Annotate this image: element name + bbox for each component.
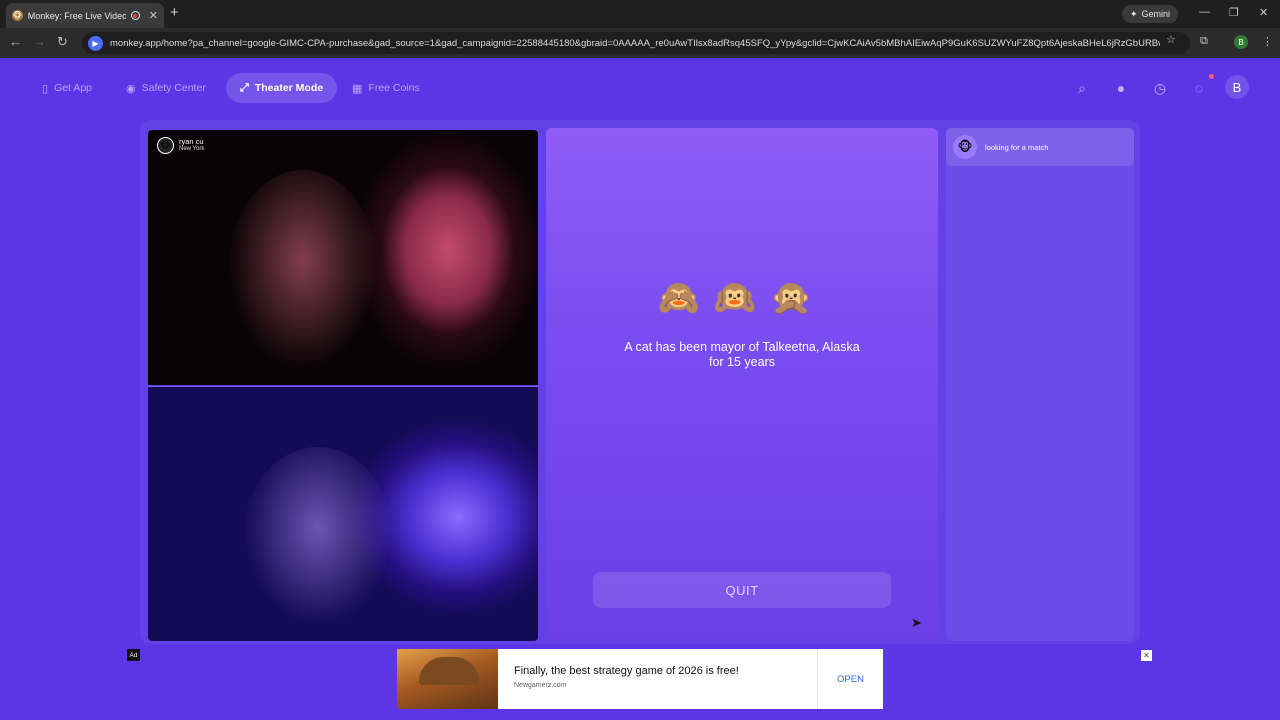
sparkle-icon: ✦ bbox=[1130, 8, 1138, 19]
local-face bbox=[243, 447, 393, 627]
mouse-cursor-icon: ➤ bbox=[911, 615, 922, 630]
ad-close-icon[interactable]: ✕ bbox=[1141, 650, 1152, 661]
ad-banner[interactable]: Finally, the best strategy game of 2026 … bbox=[397, 649, 883, 709]
chat-panel: 🐵 looking for a match bbox=[946, 128, 1134, 641]
gemini-label: Gemini bbox=[1141, 9, 1171, 19]
forward-icon[interactable]: → bbox=[33, 34, 46, 50]
remote-video bbox=[148, 130, 538, 385]
tab-title: Monkey: Free Live Video Ch bbox=[27, 10, 126, 21]
nav-theater-mode[interactable]: ⤢ Theater Mode bbox=[226, 73, 338, 103]
ad-title[interactable]: Finally, the best strategy game of 2026 … bbox=[514, 665, 817, 677]
close-window-icon[interactable]: ✕ bbox=[1259, 6, 1268, 19]
new-tab-button[interactable]: + bbox=[170, 5, 179, 21]
search-icon[interactable]: ⌕ bbox=[1070, 76, 1094, 100]
ad-domain: Newgamerz.com bbox=[514, 682, 567, 689]
ad-badge: Ad bbox=[127, 649, 140, 661]
nav-label: Get App bbox=[54, 82, 93, 94]
avatar-icon[interactable]: ● bbox=[1109, 76, 1133, 100]
browser-menu-icon[interactable]: ⋮ bbox=[1262, 35, 1273, 48]
address-bar[interactable]: ▶ monkey.app/home?pa_channel=google-GIMC… bbox=[82, 32, 1190, 54]
caller-avatar-icon: 🐵 bbox=[157, 137, 174, 154]
monkey-avatar-icon: 🐵 bbox=[953, 135, 977, 159]
browser-tab-bar: 🐵 Monkey: Free Live Video Ch ✕ + ✦ Gemin… bbox=[0, 0, 1280, 28]
three-monkeys-icon: 🙈🙉🙊 bbox=[657, 279, 827, 317]
caller-location: New York bbox=[179, 146, 205, 152]
ad-image[interactable] bbox=[397, 649, 498, 709]
shield-icon: ◉ bbox=[126, 82, 136, 95]
app-top-nav: ▯ Get App ◉ Safety Center ⤢ Theater Mode… bbox=[0, 58, 1280, 118]
caller-name: ryan cu bbox=[179, 137, 204, 146]
quit-button[interactable]: QUIT bbox=[593, 572, 891, 608]
ad-hut-shape bbox=[419, 657, 479, 685]
reload-icon[interactable]: ↻ bbox=[57, 34, 68, 50]
caller-info: 🐵 ryan cu New York bbox=[157, 137, 204, 154]
nav-label: Free Coins bbox=[368, 82, 420, 94]
match-status-text: looking for a match bbox=[985, 142, 1049, 152]
restore-icon[interactable]: ❐ bbox=[1229, 6, 1239, 19]
notification-dot bbox=[1209, 74, 1214, 79]
extensions-icon[interactable]: ⧉ bbox=[1200, 35, 1208, 48]
close-tab-icon[interactable]: ✕ bbox=[149, 9, 158, 22]
nav-label: Safety Center bbox=[141, 82, 206, 94]
gemini-button[interactable]: ✦ Gemini bbox=[1122, 5, 1179, 23]
history-icon[interactable]: ◷ bbox=[1148, 76, 1172, 100]
fact-panel: 🙈🙉🙊 A cat has been mayor of Talkeetna, A… bbox=[546, 128, 938, 641]
local-video bbox=[148, 386, 538, 641]
monkey-favicon-icon: 🐵 bbox=[12, 10, 23, 21]
browser-toolbar: ← → ↻ ▶ monkey.app/home?pa_channel=googl… bbox=[0, 28, 1280, 58]
minimize-icon[interactable]: — bbox=[1199, 6, 1210, 18]
expand-icon: ⤢ bbox=[240, 81, 249, 94]
url-text: monkey.app/home?pa_channel=google-GIMC-C… bbox=[110, 37, 1160, 49]
recording-indicator-icon bbox=[130, 11, 140, 20]
site-camera-icon: ▶ bbox=[88, 35, 103, 51]
phone-icon: ▯ bbox=[42, 82, 49, 95]
back-icon[interactable]: ← bbox=[9, 34, 22, 50]
nav-free-coins[interactable]: ▦ Free Coins bbox=[338, 73, 434, 103]
browser-profile-avatar[interactable]: B bbox=[1234, 35, 1248, 49]
fun-fact-text: A cat has been mayor of Talkeetna, Alask… bbox=[624, 340, 860, 369]
match-status-row: 🐵 looking for a match bbox=[946, 128, 1134, 166]
nav-label: Theater Mode bbox=[254, 82, 324, 94]
ad-open-button[interactable]: OPEN bbox=[817, 649, 883, 709]
profile-avatar[interactable]: B bbox=[1225, 75, 1249, 99]
nav-safety-center[interactable]: ◉ Safety Center bbox=[112, 73, 220, 103]
nav-get-app[interactable]: ▯ Get App bbox=[28, 73, 106, 103]
browser-tab[interactable]: 🐵 Monkey: Free Live Video Ch ✕ bbox=[6, 3, 164, 28]
bookmark-star-icon[interactable]: ☆ bbox=[1166, 33, 1176, 46]
chat-icon[interactable]: ◌ bbox=[1187, 76, 1211, 100]
remote-face bbox=[228, 170, 378, 370]
coins-icon: ▦ bbox=[352, 82, 363, 95]
